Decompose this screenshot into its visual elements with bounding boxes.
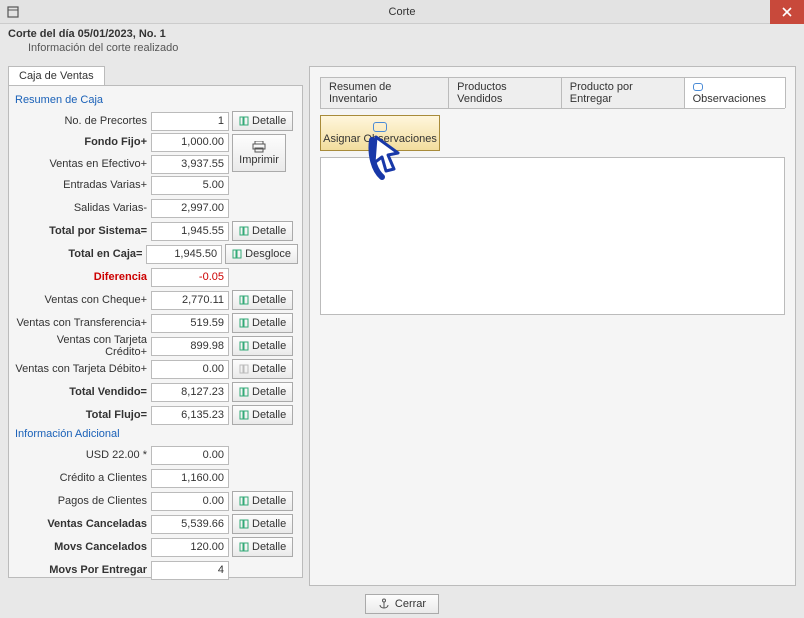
label-caja: Total en Caja= xyxy=(13,248,146,260)
label-flujo: Total Flujo= xyxy=(13,409,151,421)
speech-bubble-icon xyxy=(373,122,387,132)
label-cancel: Ventas Canceladas xyxy=(13,518,151,530)
value-dif: -0.05 xyxy=(151,268,229,287)
value-flujo: 6,135.23 xyxy=(151,406,229,425)
cerrar-button[interactable]: Cerrar xyxy=(365,594,439,614)
observaciones-area xyxy=(320,157,785,315)
label-transfer: Ventas con Transferencia+ xyxy=(13,317,151,329)
section-resumen: Resumen de Caja xyxy=(15,94,298,106)
value-caja: 1,945.50 xyxy=(146,245,222,264)
detalle-vendido-button[interactable]: Detalle xyxy=(232,382,293,402)
detalle-movcancel-button[interactable]: Detalle xyxy=(232,537,293,557)
header-subtitle: Información del corte realizado xyxy=(8,40,796,54)
value-credito: 899.98 xyxy=(151,337,229,356)
label-entregar: Movs Por Entregar xyxy=(13,564,151,576)
value-precortes: 1 xyxy=(151,112,229,131)
section-info: Información Adicional xyxy=(15,428,298,440)
anchor-icon xyxy=(378,598,390,610)
right-panel: Resumen de Inventario Productos Vendidos… xyxy=(309,66,796,586)
imprimir-button[interactable]: Imprimir xyxy=(232,134,286,172)
left-panel: Resumen de Caja No. de Precortes 1 Detal… xyxy=(8,85,303,578)
label-credito: Ventas con Tarjeta Crédito+ xyxy=(13,334,151,358)
value-debito: 0.00 xyxy=(151,360,229,379)
label-sistema: Total por Sistema= xyxy=(13,225,151,237)
detalle-flujo-button[interactable]: Detalle xyxy=(232,405,293,425)
detalle-credito-button[interactable]: Detalle xyxy=(232,336,293,356)
value-sistema: 1,945.55 xyxy=(151,222,229,241)
value-usd: 0.00 xyxy=(151,446,229,465)
label-cheque: Ventas con Cheque+ xyxy=(13,294,151,306)
desgloce-button[interactable]: Desgloce xyxy=(225,244,298,264)
tab-productos-vendidos[interactable]: Productos Vendidos xyxy=(448,77,562,108)
value-efectivo: 3,937.55 xyxy=(151,155,229,174)
value-cancel: 5,539.66 xyxy=(151,515,229,534)
tab-resumen-inventario[interactable]: Resumen de Inventario xyxy=(320,77,449,108)
value-entradas: 5.00 xyxy=(151,176,229,195)
speech-bubble-icon xyxy=(693,83,703,91)
close-window-button[interactable] xyxy=(770,0,804,24)
value-movcancel: 120.00 xyxy=(151,538,229,557)
tab-caja-ventas[interactable]: Caja de Ventas xyxy=(8,66,105,85)
label-dif: Diferencia xyxy=(13,271,151,283)
window-title: Corte xyxy=(0,6,804,18)
detalle-cheque-button[interactable]: Detalle xyxy=(232,290,293,310)
value-pagoscli: 0.00 xyxy=(151,492,229,511)
label-fondo: Fondo Fijo+ xyxy=(13,136,151,148)
label-credcli: Crédito a Clientes xyxy=(13,472,151,484)
value-vendido: 8,127.23 xyxy=(151,383,229,402)
label-vendido: Total Vendido= xyxy=(13,386,151,398)
detalle-sistema-button[interactable]: Detalle xyxy=(232,221,293,241)
detalle-cancel-button[interactable]: Detalle xyxy=(232,514,293,534)
value-salidas: 2,997.00 xyxy=(151,199,229,218)
label-salidas: Salidas Varias- xyxy=(13,202,151,214)
tab-producto-entregar[interactable]: Producto por Entregar xyxy=(561,77,685,108)
label-precortes: No. de Precortes xyxy=(13,115,151,127)
tab-observaciones[interactable]: Observaciones xyxy=(684,77,786,108)
value-entregar: 4 xyxy=(151,561,229,580)
label-efectivo: Ventas en Efectivo+ xyxy=(13,158,151,170)
page-header: Corte del día 05/01/2023, No. 1 Informac… xyxy=(0,24,804,58)
value-credcli: 1,160.00 xyxy=(151,469,229,488)
title-bar: Corte xyxy=(0,0,804,24)
label-movcancel: Movs Cancelados xyxy=(13,541,151,553)
header-title: Corte del día 05/01/2023, No. 1 xyxy=(8,28,796,40)
detalle-pagos-button[interactable]: Detalle xyxy=(232,491,293,511)
label-pagoscli: Pagos de Clientes xyxy=(13,495,151,507)
detalle-debito-button: Detalle xyxy=(232,359,293,379)
label-usd: USD 22.00 * xyxy=(13,449,151,461)
detalle-transfer-button[interactable]: Detalle xyxy=(232,313,293,333)
label-debito: Ventas con Tarjeta Débito+ xyxy=(13,363,151,375)
asignar-observaciones-button[interactable]: Asignar Observaciones xyxy=(320,115,440,151)
detalle-precortes-button[interactable]: Detalle xyxy=(232,111,293,131)
value-transfer: 519.59 xyxy=(151,314,229,333)
label-entradas: Entradas Varias+ xyxy=(13,179,151,191)
value-fondo: 1,000.00 xyxy=(151,133,229,152)
value-cheque: 2,770.11 xyxy=(151,291,229,310)
